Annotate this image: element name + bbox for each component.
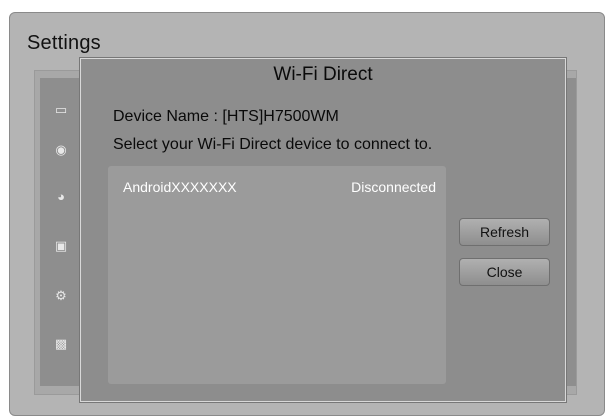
close-button[interactable]: Close [459, 258, 550, 286]
refresh-button[interactable]: Refresh [459, 218, 550, 246]
instruction-text: Select your Wi-Fi Direct device to conne… [113, 136, 433, 153]
settings-title: Settings [27, 32, 101, 54]
support-icon[interactable]: ▩ [51, 334, 71, 354]
settings-panel-edge [566, 78, 576, 386]
system-icon[interactable]: ⚙ [51, 286, 71, 306]
device-name: AndroidXXXXXXX [123, 179, 237, 195]
device-name-label: Device Name : [HTS]H7500WM [113, 108, 339, 125]
dialog-title: Wi-Fi Direct [273, 64, 373, 85]
sound-icon[interactable]: ◉ [51, 140, 71, 160]
network-icon[interactable]: ◕ [51, 186, 71, 206]
list-item[interactable]: AndroidXXXXXXX Disconnected [108, 177, 446, 199]
smart-features-icon[interactable]: ▣ [51, 236, 71, 256]
picture-icon[interactable]: ▭ [51, 100, 71, 120]
device-status: Disconnected [351, 179, 436, 195]
